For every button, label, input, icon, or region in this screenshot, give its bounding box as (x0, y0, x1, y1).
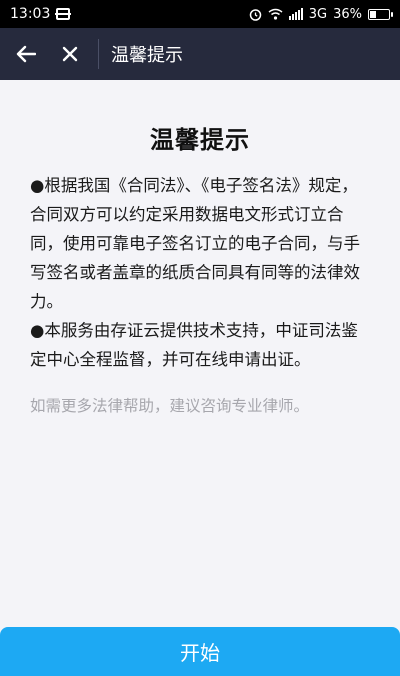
arrow-left-icon (16, 45, 36, 63)
legal-paragraph-1: ●根据我国《合同法》、《电子签名法》规定，合同双方可以约定采用数据电文形式订立合… (30, 176, 360, 311)
page-title: 温馨提示 (111, 45, 183, 66)
status-bar: 13:03 3G 36% (0, 0, 400, 28)
header-divider (98, 39, 99, 69)
battery-level (370, 10, 376, 18)
network-type: 3G (308, 6, 328, 22)
battery-icon (368, 8, 393, 20)
wifi-icon (268, 8, 283, 20)
content-heading: 温馨提示 (150, 126, 250, 154)
battery-percent: 36% (333, 6, 362, 22)
alarm-icon (249, 8, 261, 21)
status-time: 13:03 (10, 6, 51, 22)
legal-help-note: 如需更多法律帮助，建议咨询专业律师。 (30, 397, 310, 415)
app-bar: 温馨提示 (0, 28, 400, 80)
signal-icon (288, 8, 303, 20)
status-right: 3G 36% (249, 6, 393, 22)
screenshot-icon (55, 8, 72, 20)
main-content: 温馨提示 ●根据我国《合同法》、《电子签名法》规定，合同双方可以约定采用数据电文… (0, 80, 400, 420)
close-button[interactable] (48, 28, 92, 80)
legal-paragraph-2: ●本服务由存证云提供技术支持，中证司法鉴定中心全程监督，并可在线申请出证。 (30, 321, 358, 369)
close-icon (62, 46, 78, 62)
status-left: 13:03 (10, 6, 72, 22)
start-button[interactable]: 开始 (0, 627, 400, 676)
back-button[interactable] (4, 28, 48, 80)
